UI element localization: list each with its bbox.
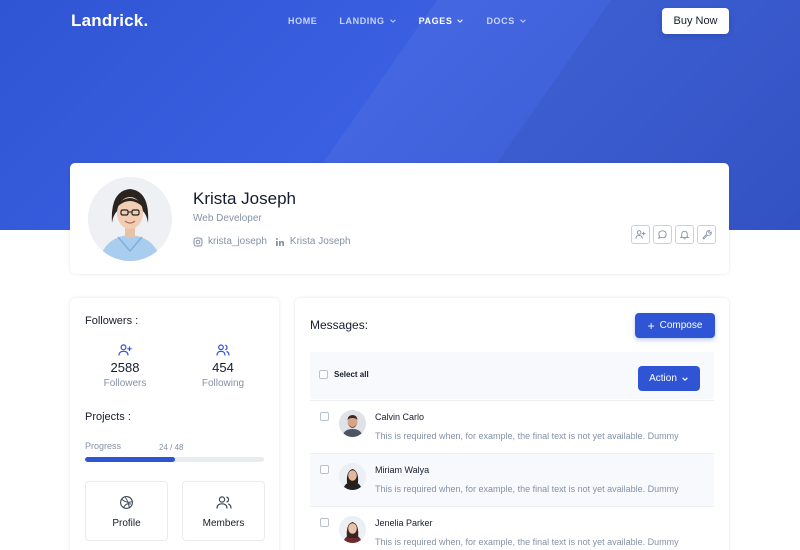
instagram-handle: krista_joseph [208, 236, 267, 247]
chevron-down-icon [457, 19, 464, 23]
following-label: Following [201, 378, 245, 389]
messages-card: Messages: + Compose Select all Action Ca… [295, 298, 729, 550]
top-navbar: Landrick. HOME LANDING PAGES DOCS Buy No… [0, 0, 800, 42]
select-all-checkbox[interactable]: Select all [319, 370, 369, 379]
nav-item-landing[interactable]: LANDING [339, 16, 396, 26]
nav-item-label: HOME [288, 16, 318, 26]
profile-tile[interactable]: Profile [85, 481, 168, 541]
message-avatar [339, 516, 366, 543]
following-stat: 454 Following [178, 343, 268, 389]
linkedin-name: Krista Joseph [289, 236, 351, 247]
compose-button[interactable]: + Compose [635, 313, 715, 338]
notification-button[interactable] [675, 225, 694, 244]
message-circle-icon [658, 230, 667, 240]
checkbox[interactable] [319, 370, 328, 379]
profile-role: Web Developer [193, 213, 262, 224]
user-plus-icon [635, 230, 646, 239]
nav-item-label: LANDING [339, 16, 385, 26]
followers-stat: 2588 Followers [80, 343, 170, 389]
message-checkbox[interactable] [320, 518, 329, 527]
message-checkbox[interactable] [320, 412, 329, 421]
nav-item-home[interactable]: HOME [288, 16, 317, 26]
message-sender: Miriam Walya [375, 465, 430, 475]
bell-icon [679, 230, 690, 240]
members-tile[interactable]: Members [182, 481, 265, 541]
message-sender: Jenelia Parker [375, 518, 433, 528]
profile-action-buttons [631, 225, 716, 244]
profile-card: Krista Joseph Web Developer krista_josep… [70, 163, 729, 274]
instagram-link[interactable]: krista_joseph [193, 236, 267, 247]
followers-count: 2588 [110, 360, 140, 375]
profile-tile-label: Profile [112, 518, 141, 529]
chevron-down-icon [682, 376, 688, 381]
nav-item-pages[interactable]: PAGES [419, 16, 465, 26]
users-icon [216, 344, 230, 356]
progress-bar-fill [85, 457, 175, 462]
progress-label: Progress [85, 441, 122, 451]
follow-button[interactable] [631, 225, 650, 244]
projects-title: Projects : [85, 411, 131, 423]
nav-item-label: PAGES [418, 16, 453, 26]
chevron-down-icon [389, 19, 396, 23]
logo[interactable]: Landrick. [71, 11, 148, 31]
compose-label: Compose [659, 320, 703, 331]
progress-bar [85, 457, 264, 462]
message-preview: This is required when, for example, the … [375, 431, 679, 441]
message-avatar [339, 463, 366, 490]
buy-now-button[interactable]: Buy Now [662, 8, 729, 34]
followers-label: Followers [103, 378, 147, 389]
action-dropdown-button[interactable]: Action [638, 366, 700, 391]
stats-sidebar-card: Followers : 2588 Followers 454 Following… [70, 298, 279, 550]
message-preview: This is required when, for example, the … [375, 484, 679, 494]
message-row[interactable]: Jenelia Parker This is required when, fo… [310, 506, 714, 550]
message-button[interactable] [653, 225, 672, 244]
instagram-icon [193, 237, 203, 246]
profile-social-links: krista_joseph Krista Joseph [193, 236, 359, 247]
action-label: Action [649, 373, 677, 384]
message-avatar [339, 410, 366, 437]
user-plus-icon [118, 344, 132, 356]
tool-icon [702, 230, 712, 240]
linkedin-icon [275, 237, 284, 246]
linkedin-link[interactable]: Krista Joseph [275, 236, 351, 247]
main-nav: HOME LANDING PAGES DOCS [288, 16, 549, 26]
plus-icon: + [647, 318, 655, 333]
select-all-label: Select all [334, 370, 369, 379]
message-row[interactable]: Calvin Carlo This is required when, for … [310, 400, 714, 453]
chevron-down-icon [520, 19, 526, 23]
settings-button[interactable] [697, 225, 716, 244]
message-checkbox[interactable] [320, 465, 329, 474]
nav-item-label: DOCS [486, 16, 515, 26]
progress-value: 24 / 48 [159, 443, 184, 452]
followers-title: Followers : [85, 315, 139, 327]
messages-title: Messages: [310, 318, 369, 332]
users-icon [215, 496, 232, 509]
following-count: 454 [212, 360, 234, 375]
profile-name: Krista Joseph [193, 189, 296, 208]
messages-toolbar: Select all Action [310, 352, 714, 399]
dribbble-icon [120, 496, 133, 509]
profile-avatar [88, 177, 172, 261]
message-preview: This is required when, for example, the … [375, 537, 679, 547]
message-row[interactable]: Miriam Walya This is required when, for … [310, 453, 714, 506]
nav-item-docs[interactable]: DOCS [486, 16, 526, 26]
message-sender: Calvin Carlo [375, 412, 425, 422]
members-tile-label: Members [202, 518, 245, 529]
